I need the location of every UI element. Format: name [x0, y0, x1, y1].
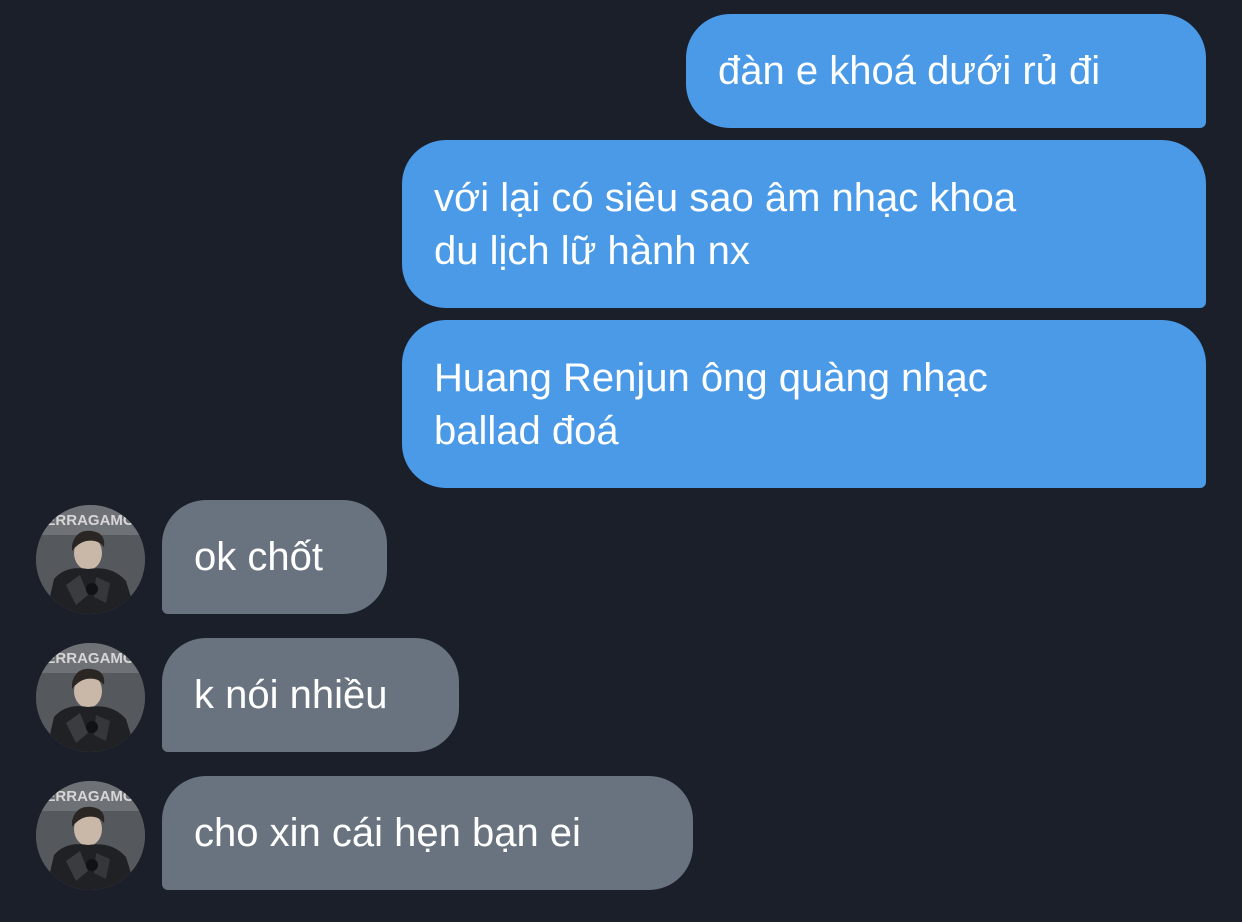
received-message-bubble[interactable]: k nói nhiều [162, 638, 459, 752]
sent-message-bubble[interactable]: đàn e khoá dưới rủ đi [686, 14, 1206, 128]
message-text: cho xin cái hẹn bạn ei [194, 811, 581, 855]
sent-message-bubble[interactable]: Huang Renjun ông quàng nhạc ballad đoá [402, 320, 1206, 488]
avatar-sign-text: ERRAGAMO [45, 788, 134, 805]
avatar-sign-text: ERRAGAMO [45, 650, 134, 667]
sender-avatar[interactable]: ERRAGAMO [36, 781, 145, 890]
message-text: k nói nhiều [194, 673, 388, 717]
received-message-bubble[interactable]: ok chốt [162, 500, 387, 614]
avatar-sign-text: ERRAGAMO [45, 512, 134, 529]
message-text-line: du lịch lữ hành nx [434, 229, 750, 273]
user-photo-avatar-icon: ERRAGAMO [36, 781, 145, 890]
message-text: đàn e khoá dưới rủ đi [718, 49, 1101, 93]
message-text-line: ballad đoá [434, 409, 619, 453]
message-text-line: Huang Renjun ông quàng nhạc [434, 356, 988, 400]
sender-avatar[interactable]: ERRAGAMO [36, 505, 145, 614]
sender-avatar[interactable]: ERRAGAMO [36, 643, 145, 752]
sent-message-bubble[interactable]: với lại có siêu sao âm nhạc khoa du lịch… [402, 140, 1206, 308]
received-message-bubble[interactable]: cho xin cái hẹn bạn ei [162, 776, 693, 890]
user-photo-avatar-icon: ERRAGAMO [36, 505, 145, 614]
user-photo-avatar-icon: ERRAGAMO [36, 643, 145, 752]
chat-thread: đàn e khoá dưới rủ đi với lại có siêu sa… [0, 0, 1242, 922]
message-text: ok chốt [194, 535, 323, 579]
message-text-line: với lại có siêu sao âm nhạc khoa [434, 176, 1017, 220]
